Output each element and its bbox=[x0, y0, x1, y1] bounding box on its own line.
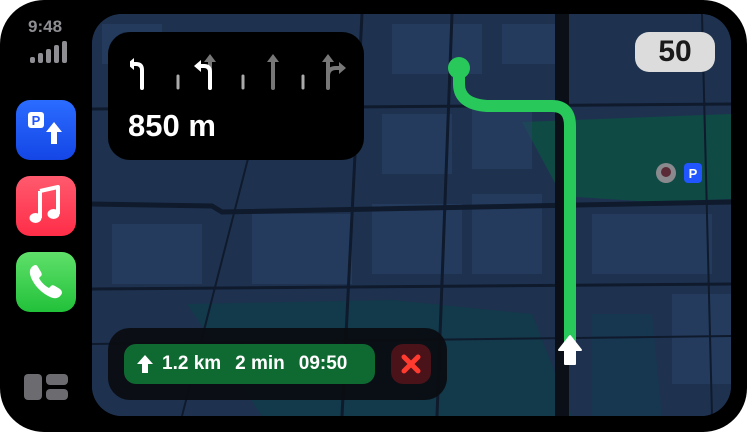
trip-bar: 1.2 km 2 min 09:50 bbox=[108, 328, 447, 400]
app-music-button[interactable] bbox=[16, 176, 76, 236]
lane-active-left-icon bbox=[198, 64, 212, 90]
carplay-screen: 9:48 P P 850 m 50 1.2 km 2 min 09:50 bbox=[0, 0, 747, 432]
direction-arrow-icon bbox=[137, 355, 153, 373]
destination-marker bbox=[448, 57, 470, 79]
close-icon bbox=[401, 354, 421, 374]
app-parking-button[interactable]: P bbox=[16, 100, 76, 160]
sidebar: 9:48 P bbox=[0, 0, 92, 432]
maneuver-distance: 850 m bbox=[128, 108, 216, 143]
trip-info-button[interactable]: 1.2 km 2 min 09:50 bbox=[124, 344, 375, 384]
phone-handset-icon bbox=[29, 265, 62, 299]
poi-badge-letter: P bbox=[689, 166, 698, 181]
end-route-button[interactable] bbox=[391, 344, 431, 384]
trip-duration: 2 min bbox=[235, 353, 285, 374]
lane-guidance bbox=[130, 54, 346, 90]
parking-badge-letter: P bbox=[32, 113, 41, 128]
dashboard-icon[interactable] bbox=[24, 374, 68, 400]
signal-strength-icon bbox=[30, 41, 70, 63]
music-note-icon bbox=[29, 185, 60, 223]
parking-sign-icon: P bbox=[28, 112, 62, 144]
block-area bbox=[592, 314, 662, 416]
trip-distance: 1.2 km bbox=[162, 353, 222, 374]
trip-arrival-time: 09:50 bbox=[298, 353, 348, 374]
speed-limit-badge: 50 bbox=[635, 32, 715, 72]
status-time: 9:48 bbox=[28, 17, 63, 36]
app-phone-button[interactable] bbox=[16, 252, 76, 312]
maneuver-panel: 850 m bbox=[108, 32, 364, 160]
